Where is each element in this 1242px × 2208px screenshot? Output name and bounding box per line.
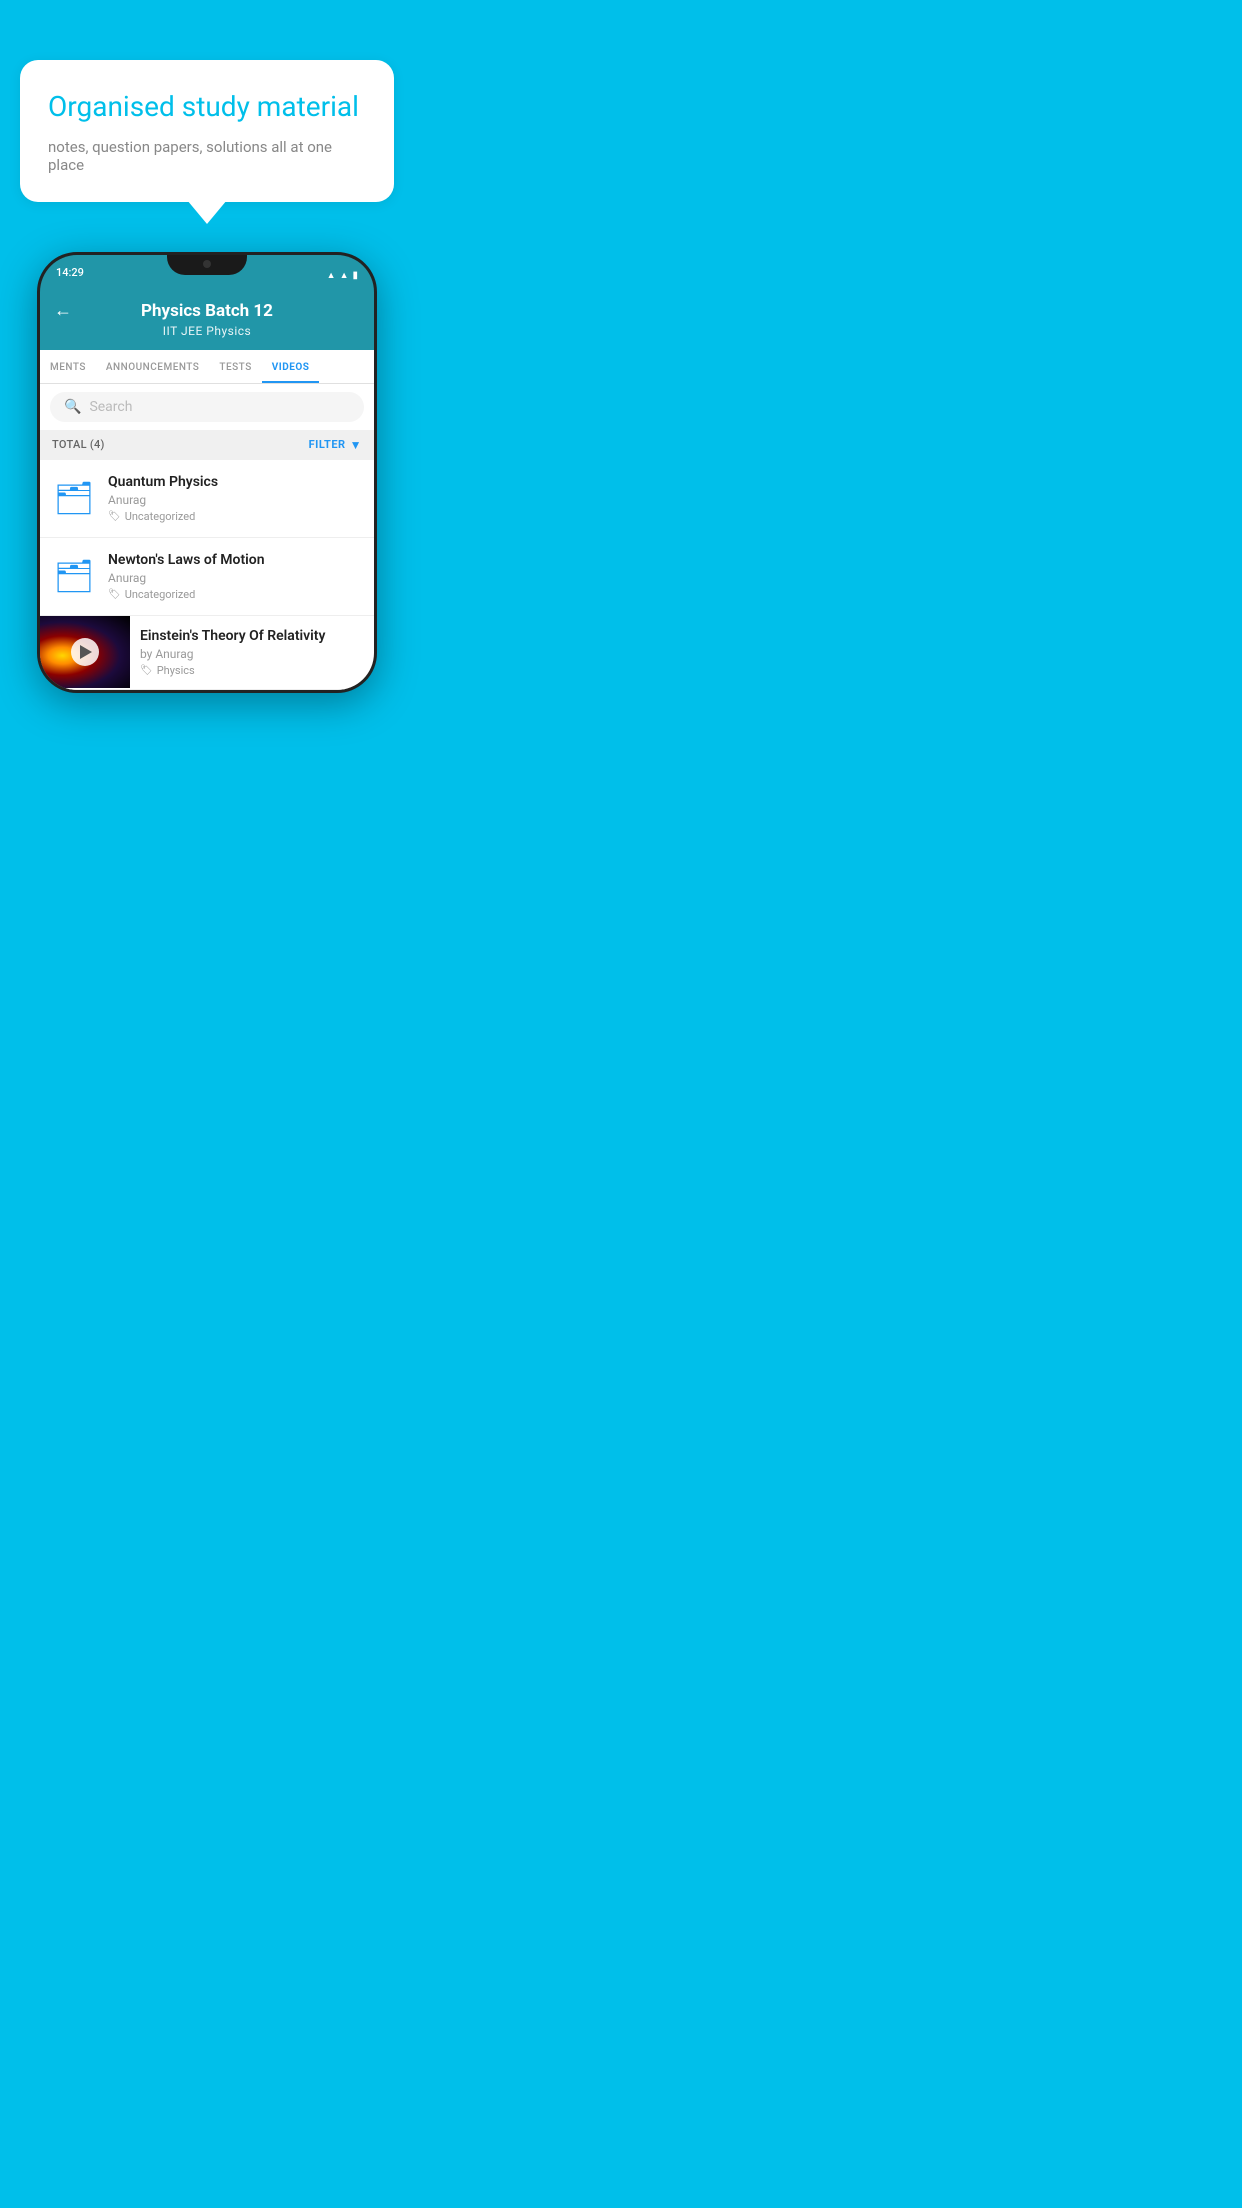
app-header: ← Physics Batch 12 IIT JEE Physics [40, 291, 374, 350]
play-button[interactable] [71, 638, 99, 666]
play-icon [80, 645, 92, 659]
phone-frame: 14:29 ← Physics Batch 12 IIT JEE Physics… [37, 252, 377, 693]
filter-button[interactable]: FILTER ▼ [309, 438, 362, 452]
folder-icon-wrap: 🗂 [52, 554, 96, 598]
search-section: 🔍 Search [40, 384, 374, 430]
tabs-bar: MENTS ANNOUNCEMENTS TESTS VIDEOS [40, 350, 374, 384]
power-button[interactable] [376, 345, 377, 387]
item-info: Quantum Physics Anurag 🏷 Uncategorized [108, 474, 362, 523]
front-camera [203, 260, 211, 268]
list-item[interactable]: 🗂 Newton's Laws of Motion Anurag 🏷 Uncat… [40, 538, 374, 616]
content-list: 🗂 Quantum Physics Anurag 🏷 Uncategorized… [40, 460, 374, 690]
video-tag: 🏷 Physics [140, 664, 364, 677]
search-input-wrap[interactable]: 🔍 Search [50, 392, 364, 422]
search-input[interactable]: Search [89, 399, 132, 415]
filter-label: FILTER [309, 438, 346, 451]
tab-announcements[interactable]: ANNOUNCEMENTS [96, 350, 209, 383]
phone-wrapper: 14:29 ← Physics Batch 12 IIT JEE Physics… [37, 252, 377, 693]
item-tag: 🏷 Uncategorized [108, 510, 362, 523]
filter-bar: TOTAL (4) FILTER ▼ [40, 430, 374, 460]
signal-icon [340, 263, 349, 282]
tag-icon: 🏷 [108, 589, 121, 600]
total-count: TOTAL (4) [52, 438, 105, 451]
search-icon: 🔍 [64, 399, 81, 415]
folder-icon: 🗂 [54, 482, 95, 514]
header-row: ← Physics Batch 12 [54, 301, 360, 321]
speech-bubble: Organised study material notes, question… [20, 60, 394, 202]
wifi-icon [327, 263, 336, 282]
video-tag-label: Physics [157, 664, 195, 677]
tab-tests[interactable]: TESTS [209, 350, 261, 383]
folder-icon: 🗂 [54, 560, 95, 592]
tag-icon: 🏷 [140, 665, 153, 676]
notch [167, 255, 247, 275]
item-tag-label: Uncategorized [125, 510, 196, 523]
item-info: Newton's Laws of Motion Anurag 🏷 Uncateg… [108, 552, 362, 601]
promo-subtitle: notes, question papers, solutions all at… [48, 138, 366, 174]
tab-videos[interactable]: VIDEOS [262, 350, 320, 383]
item-author: Anurag [108, 571, 362, 585]
video-title: Einstein's Theory Of Relativity [140, 628, 364, 644]
status-time: 14:29 [56, 266, 84, 279]
video-info: Einstein's Theory Of Relativity by Anura… [130, 616, 374, 689]
tab-ments[interactable]: MENTS [40, 350, 96, 383]
battery-icon [352, 263, 358, 282]
folder-icon-wrap: 🗂 [52, 476, 96, 520]
promo-area: Organised study material notes, question… [0, 0, 414, 202]
status-bar: 14:29 [40, 255, 374, 291]
promo-title: Organised study material [48, 90, 366, 124]
video-author: by Anurag [140, 647, 364, 661]
item-title: Quantum Physics [108, 474, 362, 490]
item-tag-label: Uncategorized [125, 588, 196, 601]
header-subtitle: IIT JEE Physics [163, 324, 251, 338]
item-title: Newton's Laws of Motion [108, 552, 362, 568]
tag-icon: 🏷 [108, 511, 121, 522]
volume-up-button[interactable] [37, 335, 38, 363]
back-button[interactable]: ← [54, 300, 72, 321]
video-thumbnail [40, 616, 130, 688]
filter-icon: ▼ [350, 438, 362, 452]
list-item-video[interactable]: Einstein's Theory Of Relativity by Anura… [40, 616, 374, 690]
item-author: Anurag [108, 493, 362, 507]
list-item[interactable]: 🗂 Quantum Physics Anurag 🏷 Uncategorized [40, 460, 374, 538]
status-icons [327, 263, 358, 282]
header-title: Physics Batch 12 [141, 301, 273, 321]
volume-down-button[interactable] [37, 371, 38, 399]
item-tag: 🏷 Uncategorized [108, 588, 362, 601]
